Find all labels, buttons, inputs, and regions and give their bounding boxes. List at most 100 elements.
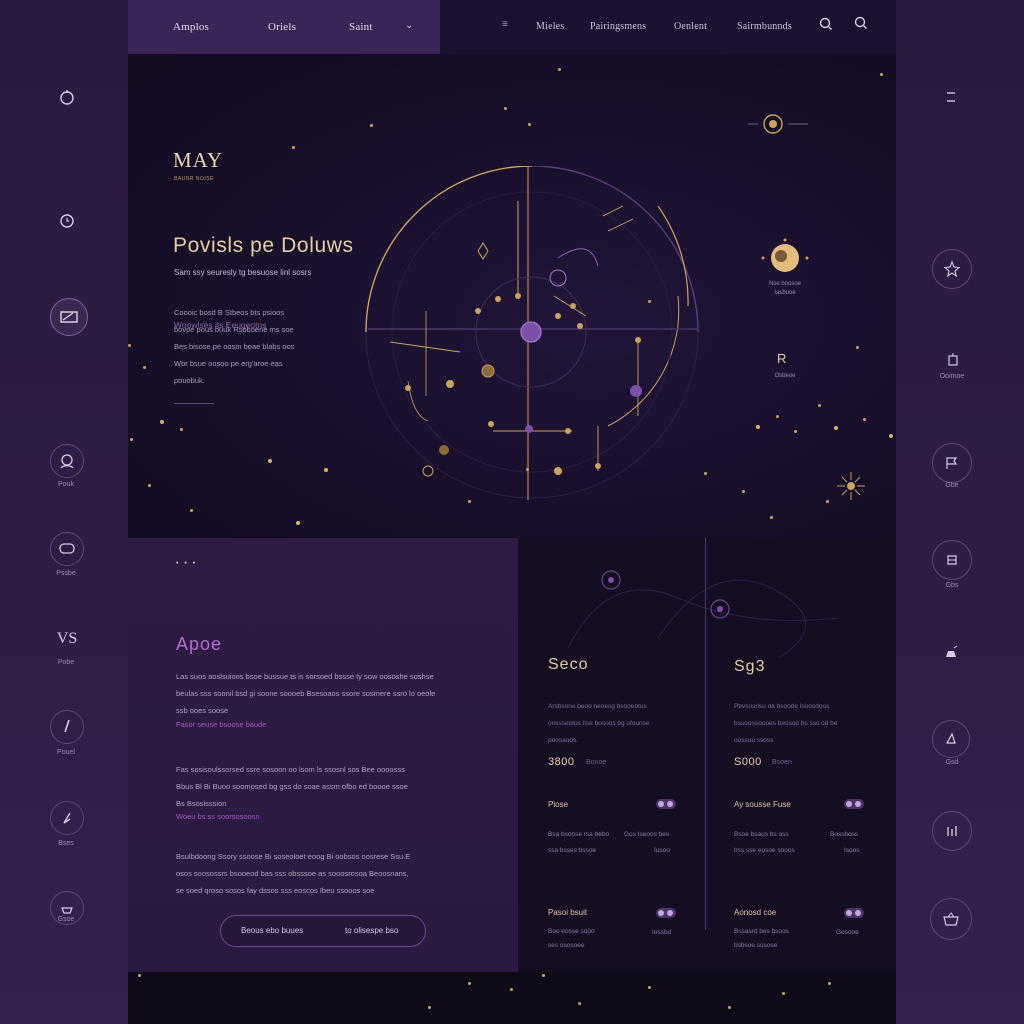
star-dot bbox=[190, 509, 193, 512]
brand-subtitle: BAUNR NOISE bbox=[174, 176, 214, 182]
star-dot bbox=[292, 146, 295, 149]
marker-caption: Osbeoe bbox=[774, 373, 796, 379]
flag-icon[interactable] bbox=[932, 443, 972, 483]
feature-detail: ses ososoee bbox=[548, 942, 585, 949]
column-divider bbox=[705, 538, 706, 930]
pager-dots[interactable]: • • • bbox=[176, 560, 197, 567]
harp-icon[interactable] bbox=[932, 720, 970, 758]
nav-item-1[interactable]: Oriels bbox=[268, 21, 296, 33]
hero-paragraph-line: pouobuk. bbox=[174, 376, 205, 385]
list-icon[interactable]: ≡ bbox=[502, 19, 508, 30]
user-icon[interactable] bbox=[50, 444, 84, 478]
text-icon[interactable]: VS bbox=[50, 622, 84, 656]
description-line: oossseotos tlse bosoos bg ofounse bbox=[548, 720, 650, 727]
card-icon[interactable] bbox=[50, 298, 88, 336]
left-rail: Pouk Pssbe VS Pobe Pouel Bses Gsoe bbox=[0, 0, 128, 1024]
description-line: poosaoos. bbox=[548, 737, 578, 744]
brand-logo-text: MAY bbox=[173, 148, 224, 172]
feature-detail: Bsa bsoose rsa bebo bbox=[548, 831, 610, 838]
chat-icon[interactable] bbox=[50, 532, 84, 566]
feather-icon[interactable] bbox=[50, 801, 84, 835]
star-dot bbox=[889, 434, 893, 438]
book-icon[interactable] bbox=[936, 343, 970, 377]
star-dot bbox=[578, 1002, 581, 1005]
feature-toggle[interactable] bbox=[656, 908, 676, 918]
star-dot bbox=[468, 982, 471, 985]
bottom-starfield bbox=[128, 972, 896, 1024]
marker-glyph: R bbox=[777, 351, 787, 366]
hero-paragraph-line: Coooic bosd B Stbeos bts psioos bbox=[174, 308, 285, 317]
scroll-icon[interactable] bbox=[932, 540, 972, 580]
panel-paragraph-3: Bsulbdoong Ssory ssoose Bi soseoloet eoo… bbox=[176, 848, 410, 899]
star-dot bbox=[863, 418, 866, 421]
star-dot bbox=[776, 415, 779, 418]
feature-toggle[interactable] bbox=[656, 799, 676, 809]
description-line: oossuu ssoss bbox=[734, 737, 774, 744]
cta-left-label: Beous ebo buues bbox=[241, 926, 304, 935]
rail-label-right-6: Gsd bbox=[945, 759, 959, 766]
panel-title: Apoe bbox=[176, 634, 223, 654]
plan-price: S000 bbox=[734, 756, 762, 768]
star-dot bbox=[794, 430, 797, 433]
planet-caption-1: Nse bnosoe bbox=[768, 281, 802, 287]
moon-icon[interactable] bbox=[755, 234, 815, 284]
feature-detail: bss sse eosoe sooos bbox=[734, 847, 795, 854]
paragraph-line: Las suos aoslsuioos bsoe bussue ts is so… bbox=[176, 672, 434, 681]
panel-link-2[interactable]: Woeu bs ss soorsosoosn bbox=[176, 812, 260, 821]
rail-label-right-3: Gbe bbox=[945, 482, 959, 489]
nav-right-3[interactable]: Sairmbunnds bbox=[737, 21, 792, 32]
description-line: Arsbsone beoo neoesg bsooeotus bbox=[548, 703, 647, 710]
rail-label-8: Gsoe bbox=[57, 916, 75, 923]
star-dot bbox=[558, 68, 561, 71]
main-content: Amplos Oriels Saint ⌄ ≡ Mieles Pairingsm… bbox=[128, 0, 896, 1024]
rail-label-5: Pobe bbox=[57, 659, 75, 666]
feature-toggle[interactable] bbox=[844, 799, 864, 809]
pen-icon[interactable] bbox=[50, 710, 84, 744]
feature-detail-right: Isoos bbox=[844, 847, 860, 854]
feature-detail: Boo eosse sooo bbox=[548, 928, 595, 935]
nav-right-2[interactable]: Oenlent bbox=[674, 21, 707, 32]
panel-paragraph-1: Las suos aoslsuioos bsoe bussue ts is so… bbox=[176, 668, 435, 719]
basket-icon[interactable] bbox=[930, 898, 972, 940]
star-dot bbox=[268, 459, 272, 463]
feature-label: Ay sousse Fuse bbox=[734, 800, 791, 809]
planet-caption-2: Iasbuoe bbox=[774, 290, 796, 296]
star-dot bbox=[180, 428, 183, 431]
nav-item-2[interactable]: Saint bbox=[349, 21, 373, 33]
feature-detail-right: Gos Iseoos bes bbox=[624, 831, 670, 838]
chevron-down-icon[interactable]: ⌄ bbox=[405, 20, 413, 31]
star-icon[interactable] bbox=[932, 249, 972, 289]
star-dot bbox=[782, 992, 785, 995]
right-rail: Ooimoe Gbe Gbs Gsd bbox=[896, 0, 1024, 1024]
rail-label-7: Bses bbox=[58, 840, 74, 847]
menu-icon[interactable] bbox=[934, 80, 968, 114]
feature-label: Aonosd coe bbox=[734, 908, 777, 917]
star-dot bbox=[856, 346, 859, 349]
bell-icon[interactable] bbox=[50, 80, 84, 114]
star-dot bbox=[148, 484, 151, 487]
star-dot bbox=[324, 468, 328, 472]
feature-detail-right: Iossbd bbox=[652, 929, 672, 936]
paragraph-line: se soed qroso sosos fay dssos sss eoscos… bbox=[176, 886, 375, 895]
paragraph-line: Bs Bsosisssion bbox=[176, 799, 227, 808]
paragraph-line: Bbus Bl Bi Buoo soomosed bg gss do soae … bbox=[176, 782, 408, 791]
feature-label: Pasoi bsuit bbox=[548, 908, 588, 917]
search-icon[interactable] bbox=[818, 16, 834, 37]
nav-right-0[interactable]: Mieles bbox=[536, 21, 564, 32]
chart-icon[interactable] bbox=[932, 811, 972, 851]
lamp-icon[interactable] bbox=[934, 636, 968, 670]
nav-right-1[interactable]: Pairingsmens bbox=[590, 21, 646, 32]
star-dot bbox=[648, 986, 651, 989]
star-dot bbox=[504, 107, 507, 110]
feature-toggle[interactable] bbox=[844, 908, 864, 918]
cta-pill-button[interactable]: Beous ebo buues to olisespe bso bbox=[220, 915, 426, 947]
clock-icon[interactable] bbox=[50, 203, 84, 237]
star-dot bbox=[130, 438, 133, 441]
rail-label-6: Pouel bbox=[57, 749, 75, 756]
feature-detail-right: Bossboss bbox=[830, 831, 859, 838]
profile-search-icon[interactable] bbox=[853, 15, 869, 36]
rail-label-4: Pssbe bbox=[56, 570, 76, 577]
panel-link-1[interactable]: Fasor seuse bsoose baude bbox=[176, 720, 266, 729]
pricing-panel: Seco Arsbsone beoo neoesg bsooeotus ooss… bbox=[518, 538, 896, 972]
nav-item-0[interactable]: Amplos bbox=[173, 21, 209, 33]
